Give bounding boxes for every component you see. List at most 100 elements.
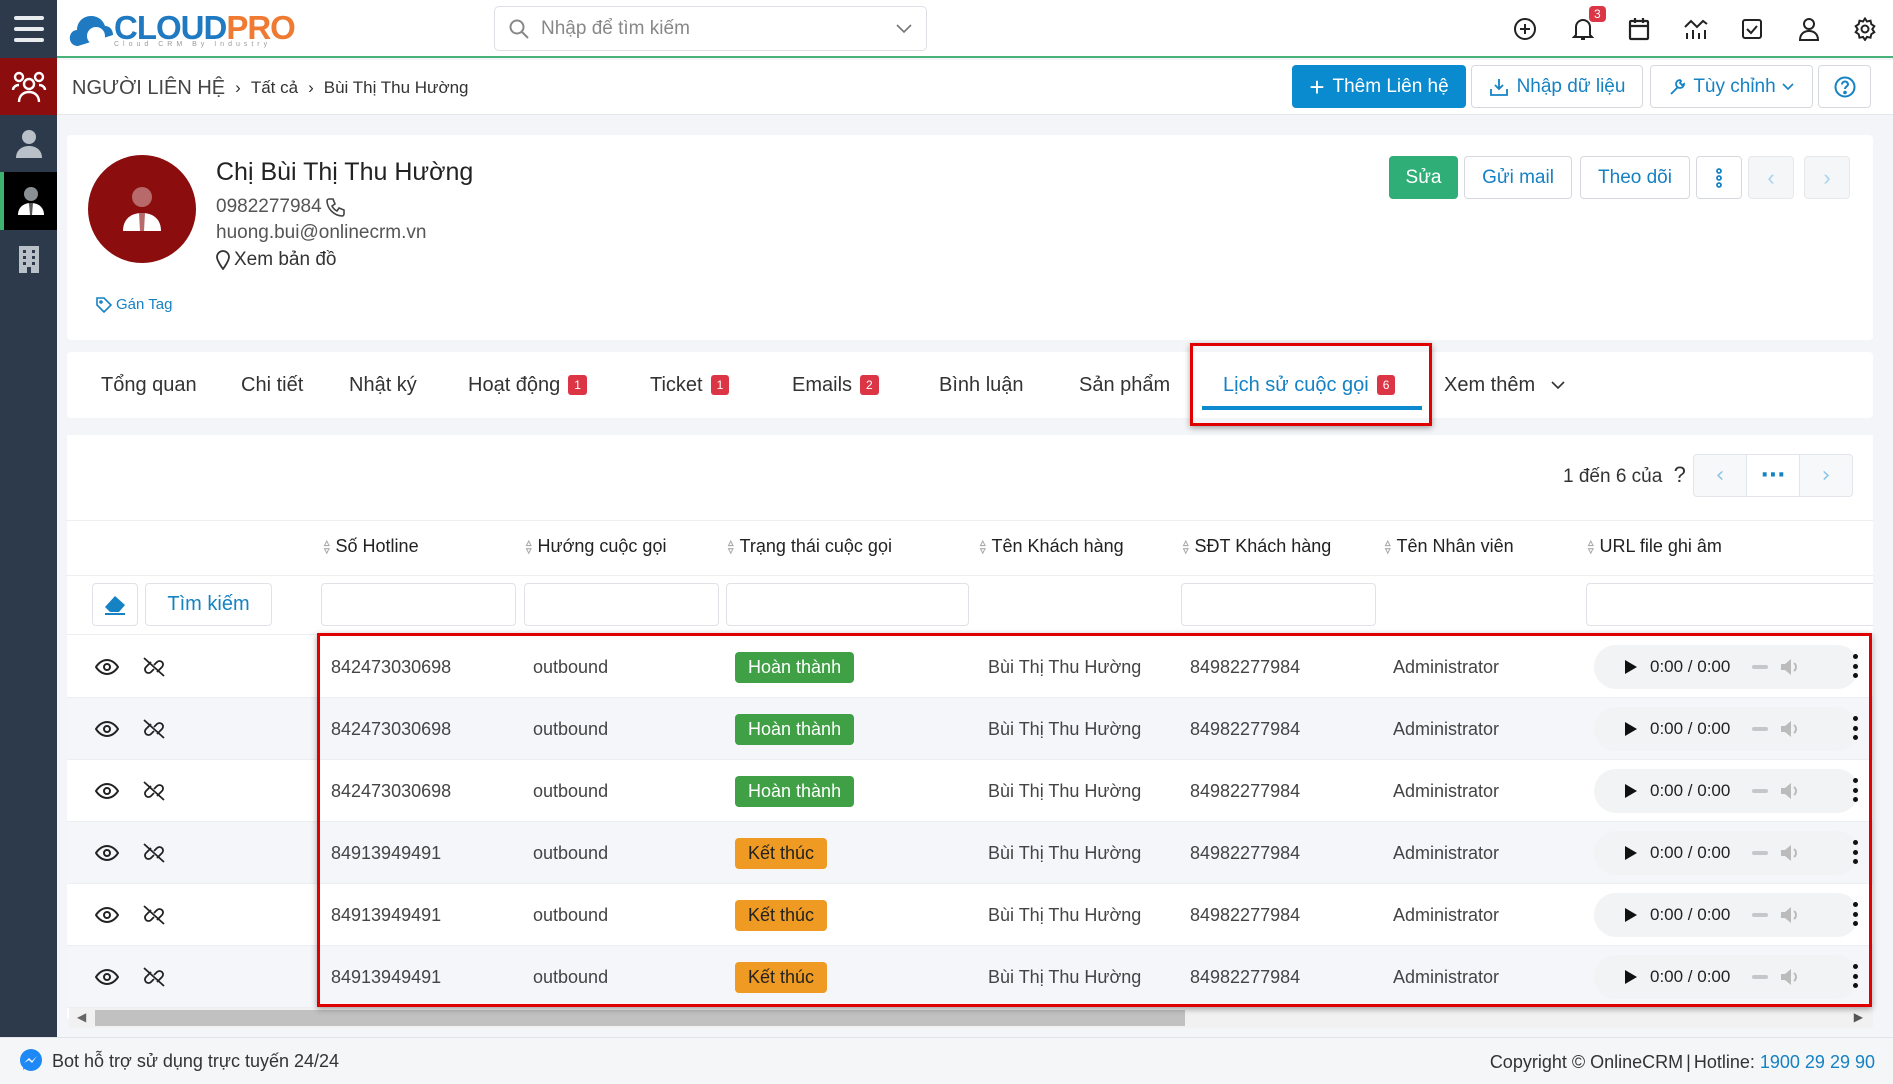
view-record-button[interactable] — [95, 760, 119, 822]
column-header-hotline[interactable]: ▵ ▿ Số Hotline — [324, 536, 419, 557]
highlight-annotation-tab — [1190, 343, 1432, 426]
settings-button[interactable] — [1848, 12, 1882, 46]
column-header-staff[interactable]: ▵ ▿ Tên Nhân viên — [1385, 536, 1514, 557]
checkbox-icon — [1742, 19, 1762, 39]
tasks-button[interactable] — [1735, 12, 1769, 46]
tab-details[interactable]: Chi tiết — [241, 352, 303, 418]
next-page-button[interactable]: › — [1800, 455, 1852, 496]
column-header-customer-phone[interactable]: ▵ ▿ SĐT Khách hàng — [1183, 536, 1331, 557]
logo-tagline: Cloud CRM By Industry — [114, 41, 272, 48]
column-header-direction[interactable]: ▵ ▿ Hướng cuộc gọi — [526, 536, 666, 557]
unlink-button[interactable] — [141, 760, 167, 822]
chevron-right-icon: › — [1823, 164, 1831, 190]
pagination-total[interactable]: ? — [1674, 462, 1686, 487]
tab-log[interactable]: Nhật ký — [349, 352, 417, 418]
column-label: Hướng cuộc gọi — [537, 536, 667, 556]
sort-icon: ▵ ▿ — [324, 536, 330, 557]
filter-customer-phone-input[interactable] — [1181, 583, 1376, 626]
tab-comments[interactable]: Bình luận — [939, 352, 1024, 418]
add-contact-button[interactable]: + Thêm Liên hệ — [1292, 65, 1466, 108]
contact-email[interactable]: huong.bui@onlinecrm.vn — [216, 222, 426, 244]
view-record-button[interactable] — [95, 946, 119, 1008]
help-button[interactable] — [1818, 65, 1871, 108]
horizontal-scrollbar-thumb[interactable] — [95, 1010, 1185, 1026]
unlink-button[interactable] — [141, 698, 167, 760]
view-record-button[interactable] — [95, 884, 119, 946]
sidebar-item-organizations[interactable] — [0, 230, 57, 288]
unlink-button[interactable] — [141, 884, 167, 946]
import-data-button[interactable]: Nhập dữ liệu — [1471, 65, 1643, 108]
view-record-button[interactable] — [95, 636, 119, 698]
calendar-icon — [1628, 18, 1650, 41]
assign-tag-link[interactable]: Gán Tag — [96, 296, 172, 313]
scroll-left-arrow-icon[interactable]: ◀ — [77, 1010, 86, 1024]
messenger-icon — [20, 1049, 42, 1071]
pagination-controls: ‹ ··· › — [1693, 454, 1853, 497]
sort-icon: ▵ ▿ — [1385, 536, 1391, 557]
send-mail-button[interactable]: Gửi mail — [1464, 156, 1572, 199]
tab-products[interactable]: Sản phẩm — [1079, 352, 1170, 418]
notification-badge: 3 — [1589, 6, 1606, 22]
tab-tickets[interactable]: Ticket 1 — [650, 352, 730, 418]
column-label: SĐT Khách hàng — [1194, 536, 1332, 556]
tab-more-dropdown[interactable]: Xem thêm — [1444, 352, 1565, 418]
clear-filters-button[interactable] — [92, 583, 138, 626]
sidebar-item-contacts[interactable] — [0, 172, 57, 230]
breadcrumb-module[interactable]: NGƯỜI LIÊN HỆ — [72, 77, 225, 100]
sidebar-item-contacts-module[interactable] — [0, 58, 57, 115]
phone-icon[interactable] — [325, 197, 346, 217]
unlink-icon — [143, 843, 165, 863]
sidebar-item-users[interactable] — [0, 115, 57, 173]
sort-icon: ▵ ▿ — [1588, 536, 1594, 557]
group-icon — [11, 71, 46, 102]
column-header-recording-url[interactable]: ▵ ▿ URL file ghi âm — [1588, 536, 1722, 557]
unlink-button[interactable] — [141, 822, 167, 884]
support-bot-link[interactable]: Bot hỗ trợ sử dụng trực tuyến 24/24 — [18, 1048, 339, 1074]
tab-label: Chi tiết — [241, 373, 304, 396]
reports-button[interactable] — [1679, 12, 1713, 46]
customize-label: Tùy chỉnh — [1693, 75, 1776, 97]
map-pin-icon — [216, 250, 230, 270]
filter-recording-url-input[interactable] — [1586, 583, 1873, 626]
next-record-button[interactable]: › — [1804, 156, 1850, 199]
contact-phone-number[interactable]: 0982277984 — [216, 196, 322, 218]
calendar-button[interactable] — [1622, 12, 1656, 46]
hotline-number[interactable]: 1900 29 29 90 — [1760, 1052, 1875, 1072]
view-record-button[interactable] — [95, 698, 119, 760]
unlink-icon — [143, 781, 165, 801]
app-logo[interactable]: CLOUD PRO Cloud CRM By Industry — [68, 4, 296, 52]
follow-button[interactable]: Theo dõi — [1580, 156, 1690, 199]
quick-create-button[interactable] — [1508, 12, 1542, 46]
customize-dropdown[interactable]: Tùy chỉnh — [1650, 65, 1813, 108]
help-circle-icon — [1834, 76, 1855, 97]
eraser-icon — [105, 595, 125, 615]
unlink-button[interactable] — [141, 946, 167, 1008]
page-more-button[interactable]: ··· — [1746, 455, 1800, 496]
tab-overview[interactable]: Tổng quan — [101, 352, 197, 418]
column-header-status[interactable]: ▵ ▿ Trạng thái cuộc gọi — [728, 536, 892, 557]
unlink-button[interactable] — [141, 636, 167, 698]
edit-button[interactable]: Sửa — [1389, 156, 1458, 199]
breadcrumb-all[interactable]: Tất cả — [251, 78, 298, 98]
tab-activities[interactable]: Hoạt động 1 — [468, 352, 587, 418]
column-header-customer-name[interactable]: ▵ ▿ Tên Khách hàng — [980, 536, 1124, 557]
filter-status-input[interactable] — [726, 583, 969, 626]
building-icon — [18, 246, 39, 273]
search-icon — [509, 19, 529, 39]
more-actions-button[interactable] — [1696, 156, 1742, 199]
filter-direction-input[interactable] — [524, 583, 719, 626]
pagination-summary: 1 đến 6 của ? — [1563, 462, 1686, 488]
global-search-input[interactable]: Nhập để tìm kiếm — [494, 6, 927, 51]
menu-toggle-button[interactable] — [0, 0, 57, 58]
table-search-button[interactable]: Tìm kiếm — [145, 583, 272, 626]
view-map-link[interactable]: Xem bản đồ — [216, 249, 336, 271]
previous-record-button[interactable]: ‹ — [1748, 156, 1794, 199]
filter-hotline-input[interactable] — [321, 583, 516, 626]
assign-tag-label: Gán Tag — [116, 296, 173, 313]
tab-count-badge: 2 — [860, 375, 879, 395]
previous-page-button[interactable]: ‹ — [1694, 455, 1746, 496]
tab-emails[interactable]: Emails 2 — [792, 352, 879, 418]
user-profile-button[interactable] — [1792, 12, 1826, 46]
scroll-right-arrow-icon[interactable]: ▶ — [1854, 1010, 1863, 1024]
view-record-button[interactable] — [95, 822, 119, 884]
